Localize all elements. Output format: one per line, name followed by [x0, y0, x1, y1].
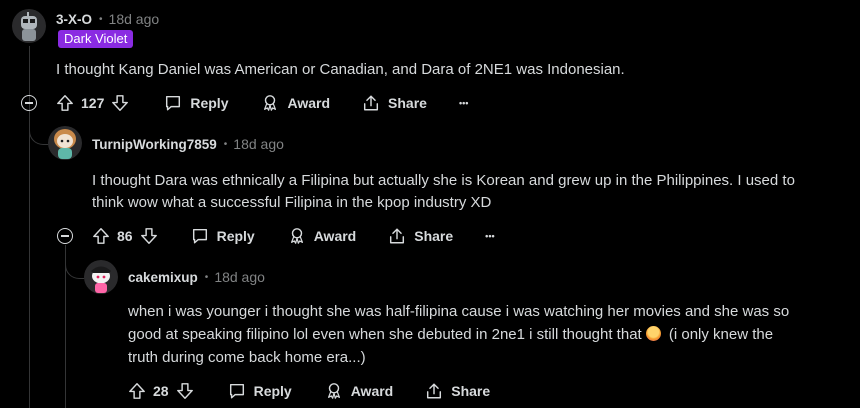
user-flair: Dark Violet — [58, 30, 134, 48]
thread-elbow-2 — [65, 245, 86, 279]
reply-label: Reply — [253, 383, 292, 399]
award-icon — [290, 228, 303, 244]
comment-actions: 86 Reply Award Share ••• — [92, 224, 495, 248]
share-icon — [364, 95, 379, 111]
emoji-icon — [645, 326, 661, 341]
comment-bubble-icon — [192, 228, 207, 244]
reply-label: Reply — [190, 95, 229, 111]
award-button[interactable]: Award — [261, 94, 330, 112]
award-icon — [264, 95, 277, 111]
share-button[interactable]: Share — [425, 382, 490, 400]
downvote-icon[interactable] — [140, 227, 158, 245]
vote-group: 28 — [128, 382, 194, 400]
award-label: Award — [350, 383, 394, 399]
share-label: Share — [388, 95, 427, 111]
downvote-icon[interactable] — [111, 94, 129, 112]
share-icon — [427, 383, 442, 399]
comment-body: I thought Kang Daniel was American or Ca… — [56, 61, 625, 78]
vote-group: 86 — [92, 227, 158, 245]
collapse-thread-button[interactable] — [57, 228, 73, 244]
snoo-long-hair-avatar-icon — [48, 126, 82, 160]
share-button[interactable]: Share — [388, 227, 453, 245]
timestamp[interactable]: 18d ago — [109, 11, 160, 27]
avatar[interactable] — [12, 9, 46, 43]
upvote-icon[interactable] — [92, 227, 110, 245]
award-label: Award — [287, 95, 331, 111]
avatar[interactable] — [84, 260, 118, 294]
comment-text-part: good at speaking filipino lol even when … — [128, 326, 642, 343]
award-button[interactable]: Award — [325, 382, 394, 400]
award-label: Award — [313, 228, 357, 244]
vote-count: 28 — [153, 383, 169, 399]
vote-group: 127 — [56, 94, 129, 112]
reply-button[interactable]: Reply — [191, 227, 255, 245]
username[interactable]: TurnipWorking7859 — [92, 137, 217, 152]
comment-actions: 127 Reply Award Share ••• — [56, 91, 468, 115]
username[interactable]: 3-X-O — [56, 12, 92, 27]
vote-count: 127 — [81, 95, 105, 111]
share-label: Share — [414, 228, 454, 244]
comment-meta: cakemixup • 18d ago — [128, 269, 265, 285]
thread-elbow-1 — [29, 112, 50, 145]
more-options-button[interactable]: ••• — [485, 231, 494, 241]
comment-body-line-3: truth during come back home era...) — [128, 349, 366, 366]
downvote-icon[interactable] — [176, 382, 194, 400]
separator-dot: • — [223, 138, 228, 150]
upvote-icon[interactable] — [128, 382, 146, 400]
comment-bubble-icon — [166, 95, 181, 111]
comment-text-part: (i only knew the — [668, 326, 774, 343]
share-button[interactable]: Share — [362, 94, 427, 112]
timestamp[interactable]: 18d ago — [214, 269, 265, 285]
separator-dot: • — [99, 13, 103, 25]
timestamp[interactable]: 18d ago — [233, 136, 284, 152]
snoo-robot-avatar-icon — [12, 9, 46, 43]
upvote-icon[interactable] — [56, 94, 74, 112]
separator-dot: • — [204, 271, 209, 283]
reply-button[interactable]: Reply — [164, 94, 228, 112]
comment-meta: 3-X-O • 18d ago — [56, 11, 159, 27]
vote-count: 86 — [117, 228, 133, 244]
award-button[interactable]: Award — [288, 227, 357, 245]
award-icon — [327, 383, 340, 399]
avatar[interactable] — [48, 126, 82, 160]
snoo-cap-avatar-icon — [84, 260, 118, 294]
reply-button[interactable]: Reply — [228, 382, 292, 400]
reply-label: Reply — [216, 228, 255, 244]
comment-body-line-2: think wow what a successful Filipina in … — [92, 194, 492, 211]
comment-meta: TurnipWorking7859 • 18d ago — [92, 136, 284, 152]
share-icon — [390, 228, 405, 244]
username[interactable]: cakemixup — [128, 270, 198, 285]
more-options-button[interactable]: ••• — [459, 98, 468, 108]
share-label: Share — [451, 383, 491, 399]
collapse-thread-button[interactable] — [21, 95, 37, 111]
comment-actions: 28 Reply Award Share — [128, 379, 490, 403]
comment-bubble-icon — [229, 383, 244, 399]
